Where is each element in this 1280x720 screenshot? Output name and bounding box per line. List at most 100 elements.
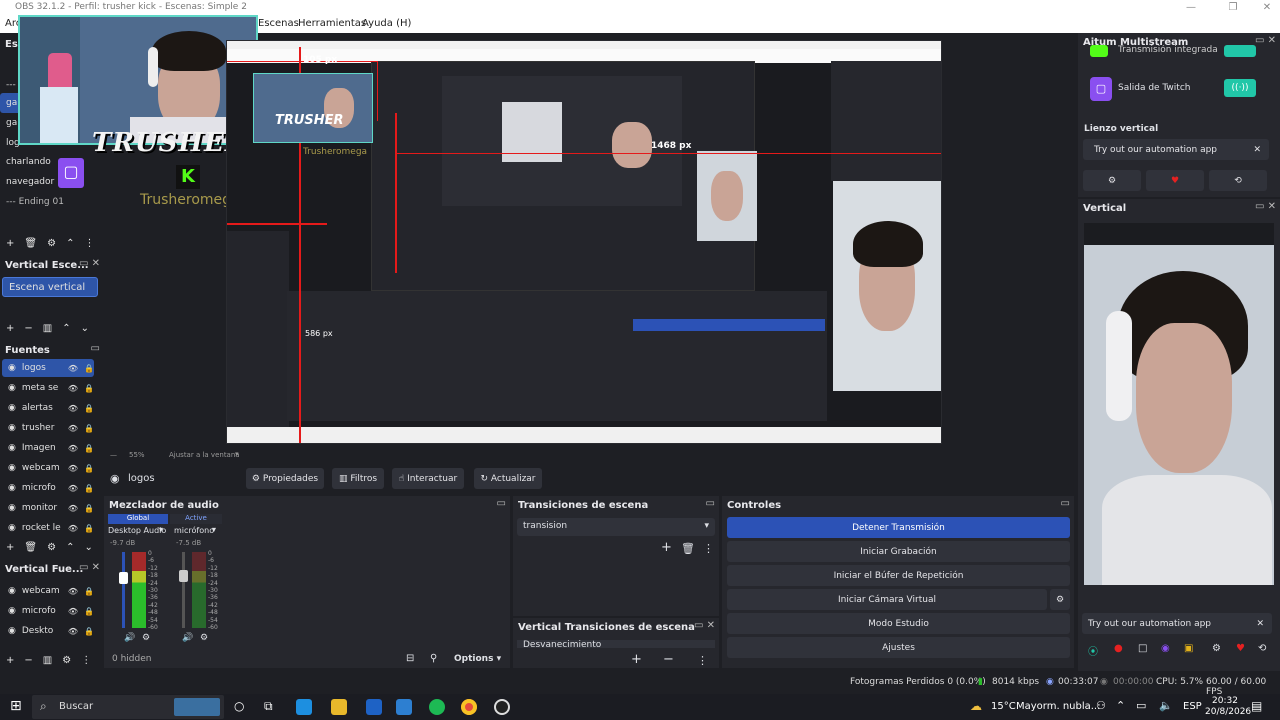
add-icon[interactable]: + xyxy=(6,238,14,249)
filter-icon[interactable]: ▥ xyxy=(43,655,52,666)
menu-ayuda[interactable]: Ayuda (H) xyxy=(362,18,411,29)
dock-buttons[interactable]: ▭ xyxy=(706,498,715,509)
lock-icon[interactable]: 🔒 xyxy=(84,444,94,453)
minimize-icon[interactable]: — xyxy=(1180,0,1202,15)
lock-icon[interactable]: 🔒 xyxy=(84,607,94,616)
toggle-button[interactable] xyxy=(1224,45,1256,57)
eye-icon[interactable]: 👁 xyxy=(68,464,78,473)
obs-icon[interactable] xyxy=(494,699,510,715)
notification-icon[interactable]: ▤ xyxy=(1251,699,1262,713)
close-icon[interactable]: ✕ xyxy=(1253,145,1261,155)
lock-icon[interactable]: 🔒 xyxy=(84,504,94,513)
lock-icon[interactable]: 🔒 xyxy=(84,484,94,493)
down-icon[interactable]: ⌄ xyxy=(81,323,89,334)
preview-canvas[interactable]: TRUSHER Trusheromega 105 px 1468 px 586 … xyxy=(226,40,942,444)
more-icon[interactable]: ⋮ xyxy=(81,655,91,666)
filter-icon[interactable]: ⚙ xyxy=(47,238,56,249)
studio-mode-button[interactable]: Modo Estudio xyxy=(727,613,1070,634)
task-view-icon[interactable]: ⧉ xyxy=(264,699,273,714)
source-item[interactable]: ◉ microfo 👁 🔒 xyxy=(2,479,94,497)
eye-icon[interactable]: 👁 xyxy=(68,384,78,393)
stream-toggle-button[interactable]: ((·)) xyxy=(1224,79,1256,97)
menu-herramientas[interactable]: Herramientas xyxy=(298,18,366,29)
desktop-volume-slider[interactable] xyxy=(119,552,128,628)
vertical-scene-item[interactable]: Escena vertical xyxy=(2,277,98,297)
remove-icon[interactable]: − xyxy=(663,652,674,667)
folder-icon[interactable]: ▣ xyxy=(1184,643,1193,654)
add-icon[interactable]: + xyxy=(6,323,14,334)
trash-icon[interactable]: 🗑 xyxy=(681,542,695,555)
chevron-down-icon[interactable]: ▾ xyxy=(159,525,163,534)
trash-icon[interactable]: 🗑 xyxy=(24,542,37,553)
remove-icon[interactable]: − xyxy=(24,655,32,666)
interact-button[interactable]: ☝ Interactuar xyxy=(392,468,464,489)
dock-buttons[interactable]: ▭ ✕ xyxy=(1255,35,1276,46)
automation-banner[interactable]: Try out our automation app ✕ xyxy=(1083,139,1269,160)
scene-item[interactable]: --- Ending 01 xyxy=(0,192,104,212)
filter-icon[interactable]: ▥ xyxy=(43,323,52,334)
volume-icon[interactable]: 🔈 xyxy=(1159,699,1173,712)
speaker-icon[interactable]: 🔊 xyxy=(124,633,135,643)
outlook-icon[interactable] xyxy=(396,699,412,715)
layout-icon[interactable]: ⊟ xyxy=(406,653,414,664)
eye-icon[interactable]: 👁 xyxy=(68,504,78,513)
clock-time[interactable]: 20:32 xyxy=(1212,696,1238,706)
dock-buttons[interactable]: ▭ xyxy=(91,343,100,354)
tab-active[interactable]: Active xyxy=(170,514,222,524)
maximize-icon[interactable]: ❐ xyxy=(1222,0,1244,15)
refresh-button[interactable]: ↻ Actualizar xyxy=(474,468,542,489)
eye-icon[interactable]: 👁 xyxy=(68,424,78,433)
lock-icon[interactable]: 🔒 xyxy=(84,464,94,473)
properties-button[interactable]: ⚙ Propiedades xyxy=(246,468,324,489)
fit-window-label[interactable]: Ajustar a la ventana xyxy=(169,451,240,459)
add-icon[interactable]: + xyxy=(6,542,14,553)
eye-icon[interactable]: 👁 xyxy=(68,444,78,453)
eye-icon[interactable]: 👁 xyxy=(68,364,78,373)
windows-start-icon[interactable]: ⊞ xyxy=(10,698,22,714)
filters-button[interactable]: ▥ Filtros xyxy=(332,468,384,489)
zoom-minus[interactable]: — xyxy=(110,451,117,459)
eye-icon[interactable]: 👁 xyxy=(68,607,78,616)
chevron-down-icon[interactable]: ▾ xyxy=(235,450,239,458)
gear-icon[interactable]: ⚙ xyxy=(1050,589,1070,610)
taskbar-search[interactable]: ⌕ Buscar xyxy=(32,695,224,719)
lock-icon[interactable]: 🔒 xyxy=(84,384,94,393)
transition-select[interactable]: transision ▾ xyxy=(517,518,715,536)
up-icon[interactable]: ⌃ xyxy=(66,238,74,249)
gear-icon[interactable]: ⚙ xyxy=(62,655,71,666)
source-item[interactable]: ◉ rocket le 👁 🔒 xyxy=(2,519,94,537)
source-item[interactable]: ◉ webcam 👁 🔒 xyxy=(2,582,94,600)
language-indicator[interactable]: ESP xyxy=(1183,701,1202,712)
vertical-transition-select[interactable]: Desvanecimiento xyxy=(517,640,715,648)
file-explorer-icon[interactable] xyxy=(331,699,347,715)
lock-icon[interactable]: 🔒 xyxy=(84,404,94,413)
eye-icon[interactable]: 👁 xyxy=(68,587,78,596)
chevron-down-icon[interactable]: ▾ xyxy=(212,525,216,534)
refresh-icon[interactable]: ⟲ xyxy=(1258,643,1266,654)
virtual-camera-button[interactable]: Iniciar Cámara Virtual xyxy=(727,589,1047,610)
scene-item[interactable]: navegador xyxy=(0,172,104,192)
stop-stream-button[interactable]: Detener Transmisión xyxy=(727,517,1070,538)
chevron-up-icon[interactable]: ⌃ xyxy=(1116,699,1125,712)
network-icon[interactable]: ▭ xyxy=(1136,699,1146,712)
virtualcam-icon[interactable]: ◉ xyxy=(1161,643,1170,654)
source-item[interactable]: ◉ webcam 👁 🔒 xyxy=(2,459,94,477)
heart-icon[interactable]: ♥ xyxy=(1236,643,1245,654)
settings-button[interactable]: Ajustes xyxy=(727,637,1070,658)
record-icon[interactable]: ● xyxy=(1114,643,1123,654)
cortana-icon[interactable]: ○ xyxy=(234,699,244,713)
gear-icon[interactable]: ⚙ xyxy=(1083,170,1141,191)
spotify-icon[interactable] xyxy=(429,699,445,715)
source-item[interactable]: ◉ meta se 👁 🔒 xyxy=(2,379,94,397)
people-icon[interactable]: ⚇ xyxy=(1096,699,1106,712)
heart-icon[interactable]: ♥ xyxy=(1146,170,1204,191)
start-recording-button[interactable]: Iniciar Grabación xyxy=(727,541,1070,562)
chrome-icon[interactable] xyxy=(461,699,477,715)
eye-icon[interactable]: 👁 xyxy=(68,627,78,636)
clock-date[interactable]: 20/8/2026 xyxy=(1205,707,1251,717)
eye-icon[interactable]: 👁 xyxy=(68,484,78,493)
lock-icon[interactable]: 🔒 xyxy=(84,524,94,533)
store-icon[interactable] xyxy=(366,699,382,715)
stop-icon[interactable]: □ xyxy=(1138,643,1147,654)
gear-icon[interactable]: ⚙ xyxy=(1212,643,1221,654)
